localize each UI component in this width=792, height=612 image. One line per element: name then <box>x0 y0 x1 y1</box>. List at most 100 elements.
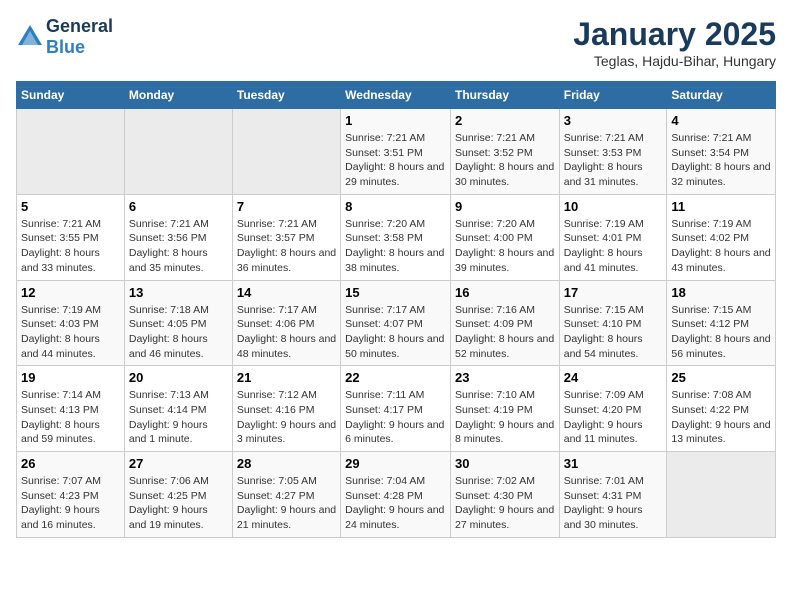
calendar-cell: 27 Sunrise: 7:06 AM Sunset: 4:25 PM Dayli… <box>124 452 232 538</box>
logo-text-blue: Blue <box>46 37 85 57</box>
calendar-cell: 7 Sunrise: 7:21 AM Sunset: 3:57 PM Daylig… <box>232 194 340 280</box>
day-detail: Sunrise: 7:20 AM Sunset: 4:00 PM Dayligh… <box>455 217 555 276</box>
calendar-cell: 3 Sunrise: 7:21 AM Sunset: 3:53 PM Daylig… <box>559 109 667 195</box>
day-number: 21 <box>237 370 336 385</box>
calendar-cell <box>124 109 232 195</box>
day-number: 30 <box>455 456 555 471</box>
day-number: 20 <box>129 370 228 385</box>
day-detail: Sunrise: 7:10 AM Sunset: 4:19 PM Dayligh… <box>455 388 555 447</box>
day-detail: Sunrise: 7:18 AM Sunset: 4:05 PM Dayligh… <box>129 303 228 362</box>
calendar-cell: 20 Sunrise: 7:13 AM Sunset: 4:14 PM Dayli… <box>124 366 232 452</box>
day-detail: Sunrise: 7:21 AM Sunset: 3:53 PM Dayligh… <box>564 131 663 190</box>
day-number: 29 <box>345 456 446 471</box>
logo-icon <box>16 23 44 51</box>
day-detail: Sunrise: 7:12 AM Sunset: 4:16 PM Dayligh… <box>237 388 336 447</box>
calendar-cell: 22 Sunrise: 7:11 AM Sunset: 4:17 PM Dayli… <box>341 366 451 452</box>
day-detail: Sunrise: 7:16 AM Sunset: 4:09 PM Dayligh… <box>455 303 555 362</box>
day-number: 22 <box>345 370 446 385</box>
calendar-cell <box>667 452 776 538</box>
calendar-cell: 2 Sunrise: 7:21 AM Sunset: 3:52 PM Daylig… <box>450 109 559 195</box>
day-detail: Sunrise: 7:08 AM Sunset: 4:22 PM Dayligh… <box>671 388 771 447</box>
calendar-cell: 31Sunrise: 7:01 AM Sunset: 4:31 PM Dayli… <box>559 452 667 538</box>
day-number: 18 <box>671 285 771 300</box>
calendar-cell: 21 Sunrise: 7:12 AM Sunset: 4:16 PM Dayli… <box>232 366 340 452</box>
day-detail: Sunrise: 7:14 AM Sunset: 4:13 PM Dayligh… <box>21 388 120 447</box>
day-number: 19 <box>21 370 120 385</box>
day-number: 23 <box>455 370 555 385</box>
day-number: 27 <box>129 456 228 471</box>
day-number: 9 <box>455 199 555 214</box>
calendar-cell: 9 Sunrise: 7:20 AM Sunset: 4:00 PM Daylig… <box>450 194 559 280</box>
calendar-week-row: 26Sunrise: 7:07 AM Sunset: 4:23 PM Dayli… <box>17 452 776 538</box>
calendar-week-row: 12Sunrise: 7:19 AM Sunset: 4:03 PM Dayli… <box>17 280 776 366</box>
day-number: 14 <box>237 285 336 300</box>
day-detail: Sunrise: 7:20 AM Sunset: 3:58 PM Dayligh… <box>345 217 446 276</box>
calendar-cell: 1Sunrise: 7:21 AM Sunset: 3:51 PM Daylig… <box>341 109 451 195</box>
weekday-header-saturday: Saturday <box>667 82 776 109</box>
day-detail: Sunrise: 7:13 AM Sunset: 4:14 PM Dayligh… <box>129 388 228 447</box>
day-number: 11 <box>671 199 771 214</box>
calendar-cell: 11 Sunrise: 7:19 AM Sunset: 4:02 PM Dayli… <box>667 194 776 280</box>
day-detail: Sunrise: 7:17 AM Sunset: 4:06 PM Dayligh… <box>237 303 336 362</box>
day-detail: Sunrise: 7:06 AM Sunset: 4:25 PM Dayligh… <box>129 474 228 533</box>
weekday-header-wednesday: Wednesday <box>341 82 451 109</box>
day-number: 17 <box>564 285 663 300</box>
location-subtitle: Teglas, Hajdu-Bihar, Hungary <box>573 53 776 69</box>
day-number: 25 <box>671 370 771 385</box>
day-detail: Sunrise: 7:19 AM Sunset: 4:03 PM Dayligh… <box>21 303 120 362</box>
day-number: 10 <box>564 199 663 214</box>
day-number: 13 <box>129 285 228 300</box>
calendar-cell: 23 Sunrise: 7:10 AM Sunset: 4:19 PM Dayli… <box>450 366 559 452</box>
calendar-cell: 19 Sunrise: 7:14 AM Sunset: 4:13 PM Dayli… <box>17 366 125 452</box>
calendar-cell: 28 Sunrise: 7:05 AM Sunset: 4:27 PM Dayli… <box>232 452 340 538</box>
calendar-cell: 30Sunrise: 7:02 AM Sunset: 4:30 PM Dayli… <box>450 452 559 538</box>
day-number: 15 <box>345 285 446 300</box>
calendar-cell: 4 Sunrise: 7:21 AM Sunset: 3:54 PM Daylig… <box>667 109 776 195</box>
calendar-cell <box>17 109 125 195</box>
calendar-cell: 8 Sunrise: 7:20 AM Sunset: 3:58 PM Daylig… <box>341 194 451 280</box>
day-detail: Sunrise: 7:21 AM Sunset: 3:57 PM Dayligh… <box>237 217 336 276</box>
calendar-cell: 25 Sunrise: 7:08 AM Sunset: 4:22 PM Dayli… <box>667 366 776 452</box>
day-detail: Sunrise: 7:21 AM Sunset: 3:52 PM Dayligh… <box>455 131 555 190</box>
calendar-cell: 5Sunrise: 7:21 AM Sunset: 3:55 PM Daylig… <box>17 194 125 280</box>
day-number: 3 <box>564 113 663 128</box>
day-detail: Sunrise: 7:15 AM Sunset: 4:12 PM Dayligh… <box>671 303 771 362</box>
day-detail: Sunrise: 7:01 AM Sunset: 4:31 PM Dayligh… <box>564 474 663 533</box>
day-detail: Sunrise: 7:21 AM Sunset: 3:56 PM Dayligh… <box>129 217 228 276</box>
calendar-cell: 10 Sunrise: 7:19 AM Sunset: 4:01 PM Dayli… <box>559 194 667 280</box>
calendar-cell <box>232 109 340 195</box>
day-detail: Sunrise: 7:11 AM Sunset: 4:17 PM Dayligh… <box>345 388 446 447</box>
title-area: January 2025 Teglas, Hajdu-Bihar, Hungar… <box>573 16 776 69</box>
day-detail: Sunrise: 7:09 AM Sunset: 4:20 PM Dayligh… <box>564 388 663 447</box>
weekday-header-monday: Monday <box>124 82 232 109</box>
calendar-week-row: 5Sunrise: 7:21 AM Sunset: 3:55 PM Daylig… <box>17 194 776 280</box>
day-number: 8 <box>345 199 446 214</box>
day-detail: Sunrise: 7:19 AM Sunset: 4:02 PM Dayligh… <box>671 217 771 276</box>
day-number: 7 <box>237 199 336 214</box>
day-detail: Sunrise: 7:19 AM Sunset: 4:01 PM Dayligh… <box>564 217 663 276</box>
day-number: 16 <box>455 285 555 300</box>
day-number: 28 <box>237 456 336 471</box>
weekday-header-friday: Friday <box>559 82 667 109</box>
calendar-cell: 13 Sunrise: 7:18 AM Sunset: 4:05 PM Dayli… <box>124 280 232 366</box>
weekday-header-sunday: Sunday <box>17 82 125 109</box>
logo: General Blue <box>16 16 113 58</box>
day-number: 6 <box>129 199 228 214</box>
calendar-cell: 12Sunrise: 7:19 AM Sunset: 4:03 PM Dayli… <box>17 280 125 366</box>
month-title: January 2025 <box>573 16 776 53</box>
weekday-header-tuesday: Tuesday <box>232 82 340 109</box>
calendar-cell: 24 Sunrise: 7:09 AM Sunset: 4:20 PM Dayli… <box>559 366 667 452</box>
header: General Blue January 2025 Teglas, Hajdu-… <box>16 16 776 69</box>
calendar-cell: 26Sunrise: 7:07 AM Sunset: 4:23 PM Dayli… <box>17 452 125 538</box>
weekday-header-thursday: Thursday <box>450 82 559 109</box>
calendar-cell: 6 Sunrise: 7:21 AM Sunset: 3:56 PM Daylig… <box>124 194 232 280</box>
day-detail: Sunrise: 7:21 AM Sunset: 3:54 PM Dayligh… <box>671 131 771 190</box>
day-detail: Sunrise: 7:07 AM Sunset: 4:23 PM Dayligh… <box>21 474 120 533</box>
day-detail: Sunrise: 7:15 AM Sunset: 4:10 PM Dayligh… <box>564 303 663 362</box>
day-detail: Sunrise: 7:05 AM Sunset: 4:27 PM Dayligh… <box>237 474 336 533</box>
day-detail: Sunrise: 7:04 AM Sunset: 4:28 PM Dayligh… <box>345 474 446 533</box>
day-number: 2 <box>455 113 555 128</box>
day-number: 4 <box>671 113 771 128</box>
weekday-header-row: SundayMondayTuesdayWednesdayThursdayFrid… <box>17 82 776 109</box>
day-number: 24 <box>564 370 663 385</box>
